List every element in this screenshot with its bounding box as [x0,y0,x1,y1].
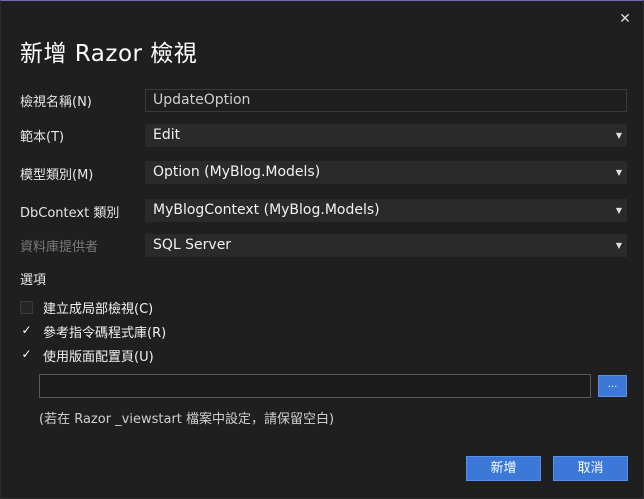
reference-scripts-checkbox[interactable]: ✓ [20,324,33,338]
dbcontext-class-dropdown[interactable]: MyBlogContext (MyBlog.Models) ▼ [145,199,627,222]
options-heading: 選項 [20,273,47,288]
chevron-down-icon: ▼ [615,206,622,215]
add-razor-view-dialog: ✕ 新增 Razor 檢視 檢視名稱(N) UpdateOption 範本(T)… [0,0,644,499]
layout-hint-text: (若在 Razor _viewstart 檔案中設定，請保留空白) [39,412,335,427]
chevron-down-icon: ▼ [615,131,622,140]
create-partial-label: 建立成局部檢視(C) [43,301,154,317]
model-class-value: Option (MyBlog.Models) [153,164,321,180]
view-name-label: 檢視名稱(N) [20,95,92,110]
chevron-down-icon: ▼ [615,241,622,250]
use-layout-checkbox[interactable]: ✓ [20,348,33,362]
template-label: 範本(T) [20,130,65,145]
dialog-title: 新增 Razor 檢視 [20,41,198,67]
model-class-dropdown[interactable]: Option (MyBlog.Models) ▼ [145,161,627,184]
cancel-button[interactable]: 取消 [553,456,628,481]
database-provider-value: SQL Server [153,237,232,253]
use-layout-label: 使用版面配置頁(U) [43,349,154,365]
close-icon[interactable]: ✕ [617,11,633,27]
create-partial-checkbox[interactable] [20,300,33,314]
reference-scripts-label: 參考指令碼程式庫(R) [43,325,167,341]
dbcontext-class-value: MyBlogContext (MyBlog.Models) [153,202,380,218]
add-button[interactable]: 新增 [466,456,541,481]
create-partial-checkbox-row[interactable]: 建立成局部檢視(C) [20,299,154,317]
view-name-input[interactable]: UpdateOption [145,89,627,112]
database-provider-dropdown[interactable]: SQL Server ▼ [145,234,627,257]
browse-button[interactable]: ... [598,375,627,397]
view-name-value: UpdateOption [153,92,251,108]
reference-scripts-checkbox-row[interactable]: ✓ 參考指令碼程式庫(R) [20,323,167,341]
layout-path-input[interactable] [39,374,591,398]
chevron-down-icon: ▼ [615,168,622,177]
template-value: Edit [153,127,181,143]
database-provider-label: 資料庫提供者 [20,240,99,255]
model-class-label: 模型類別(M) [20,168,94,183]
template-dropdown[interactable]: Edit ▼ [145,124,627,147]
use-layout-checkbox-row[interactable]: ✓ 使用版面配置頁(U) [20,347,154,365]
dbcontext-class-label: DbContext 類別 [20,206,120,221]
